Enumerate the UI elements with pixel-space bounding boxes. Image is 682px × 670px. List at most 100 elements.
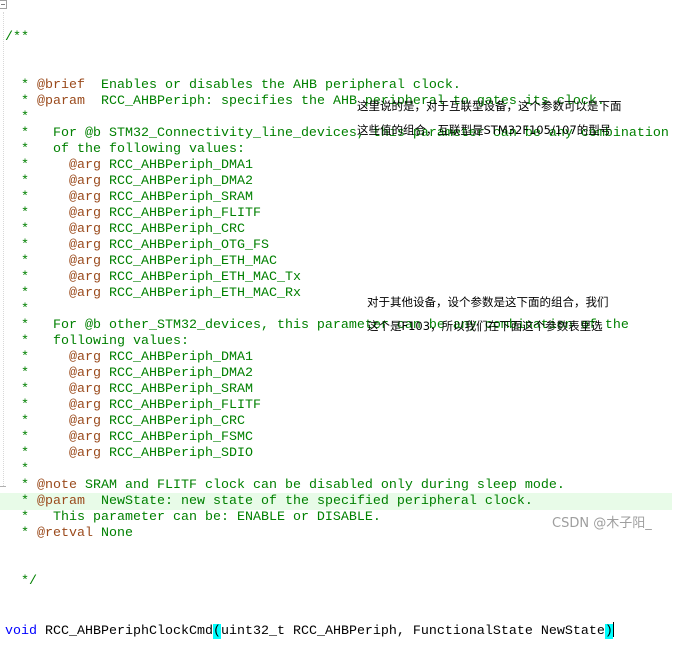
doc-tag: @arg — [29, 414, 101, 429]
comment-open-line: /** — [5, 30, 669, 46]
doc-tag: @arg — [29, 446, 101, 461]
doc-tag: @arg — [29, 206, 101, 221]
code-editor[interactable]: /** * @brief Enables or disables the AHB… — [0, 0, 682, 639]
comment-star: * — [21, 478, 29, 493]
comment-line: * @brief Enables or disables the AHB per… — [5, 78, 669, 94]
close-paren: ) — [604, 624, 613, 639]
watermark: CSDN @木子阳_ — [552, 516, 652, 531]
comment-star: * — [21, 382, 29, 397]
comment-text: RCC_AHBPeriph_FSMC — [100, 430, 253, 445]
function-signature-line[interactable]: void RCC_AHBPeriphClockCmd(uint32_t RCC_… — [5, 622, 669, 639]
comment-text: RCC_AHBPeriph_SDIO — [100, 446, 253, 461]
comment-star: * — [21, 494, 29, 509]
doc-tag: @arg — [29, 174, 101, 189]
comment-close: */ — [21, 574, 37, 589]
comment-text: RCC_AHBPeriph_FLITF — [100, 398, 261, 413]
comment-star: * — [21, 126, 29, 141]
comment-text: NewState: new state of the specified per… — [85, 494, 533, 509]
open-paren: ( — [212, 624, 221, 639]
doc-tag: @arg — [29, 382, 101, 397]
fold-guide — [3, 12, 4, 486]
comment-line: * @arg RCC_AHBPeriph_FLITF — [5, 398, 669, 414]
comment-line: * @arg RCC_AHBPeriph_DMA1 — [5, 158, 669, 174]
doc-tag: @arg — [29, 238, 101, 253]
comment-star: * — [21, 286, 29, 301]
function-params: uint32_t RCC_AHBPeriph, FunctionalState … — [220, 624, 605, 639]
doc-tag: @arg — [29, 254, 101, 269]
doc-tag: @note — [29, 478, 77, 493]
annotation-line: 这些值的组合，互联型是STM32F105/107的型号 — [357, 123, 612, 137]
comment-line: * @arg RCC_AHBPeriph_OTG_FS — [5, 238, 669, 254]
comment-line: * — [5, 462, 669, 478]
comment-star: * — [21, 302, 29, 317]
comment-line: * @arg RCC_AHBPeriph_SRAM — [5, 382, 669, 398]
comment-line: * @arg RCC_AHBPeriph_CRC — [5, 222, 669, 238]
comment-text: RCC_AHBPeriph_SRAM — [100, 190, 253, 205]
comment-text: RCC_AHBPeriph_ETH_MAC_Tx — [100, 270, 301, 285]
comment-line: * of the following values: — [5, 142, 669, 158]
comment-star: * — [21, 270, 29, 285]
comment-star: * — [21, 78, 29, 93]
comment-line: * @param NewState: new state of the spec… — [5, 494, 669, 510]
doc-tag: @param — [29, 494, 85, 509]
comment-line: * @arg RCC_AHBPeriph_CRC — [5, 414, 669, 430]
doc-tag: @arg — [29, 366, 101, 381]
comment-star: * — [21, 430, 29, 445]
comment-line: * @arg RCC_AHBPeriph_SDIO — [5, 446, 669, 462]
comment-line: * @arg RCC_AHBPeriph_FSMC — [5, 430, 669, 446]
doc-tag: @brief — [29, 78, 85, 93]
comment-line: * @note SRAM and FLITF clock can be disa… — [5, 478, 669, 494]
comment-text: RCC_AHBPeriph_DMA1 — [100, 350, 253, 365]
doc-tag: @param — [29, 94, 85, 109]
comment-text: RCC_AHBPeriph_ETH_MAC — [100, 254, 277, 269]
comment-star: * — [21, 142, 29, 157]
annotation-other-devices: 对于其他设备，设个参数是这下面的组合，我们 这个是F103，所以我们在下面这个参… — [367, 290, 609, 338]
comment-line: * @arg RCC_AHBPeriph_FLITF — [5, 206, 669, 222]
comment-star: * — [21, 174, 29, 189]
text-cursor — [612, 622, 614, 637]
function-name: RCC_AHBPeriphClockCmd — [37, 624, 213, 639]
comment-star: * — [21, 94, 29, 109]
doc-tag: @arg — [29, 350, 101, 365]
doc-tag: @arg — [29, 286, 101, 301]
comment-star: * — [21, 318, 29, 333]
comment-star: * — [21, 238, 29, 253]
comment-star: * — [21, 206, 29, 221]
comment-text: following values: — [29, 334, 189, 349]
doc-tag: @arg — [29, 158, 101, 173]
annotation-line: 对于其他设备，设个参数是这下面的组合，我们 — [367, 295, 609, 309]
comment-star: * — [21, 222, 29, 237]
annotation-connectivity-devices: 这里说的是，对于互联型设备，这个参数可以是下面 这些值的组合，互联型是STM32… — [357, 94, 622, 142]
comment-text: None — [93, 526, 133, 541]
doc-tag: @arg — [29, 430, 101, 445]
comment-text: RCC_AHBPeriph_CRC — [100, 222, 245, 237]
comment-open: /** — [5, 30, 29, 45]
comment-star: * — [21, 510, 29, 525]
comment-text: RCC_AHBPeriph_DMA2 — [100, 174, 253, 189]
comment-star: * — [21, 366, 29, 381]
comment-star: * — [21, 158, 29, 173]
comment-star: * — [21, 446, 29, 461]
comment-line: * @arg RCC_AHBPeriph_ETH_MAC — [5, 254, 669, 270]
